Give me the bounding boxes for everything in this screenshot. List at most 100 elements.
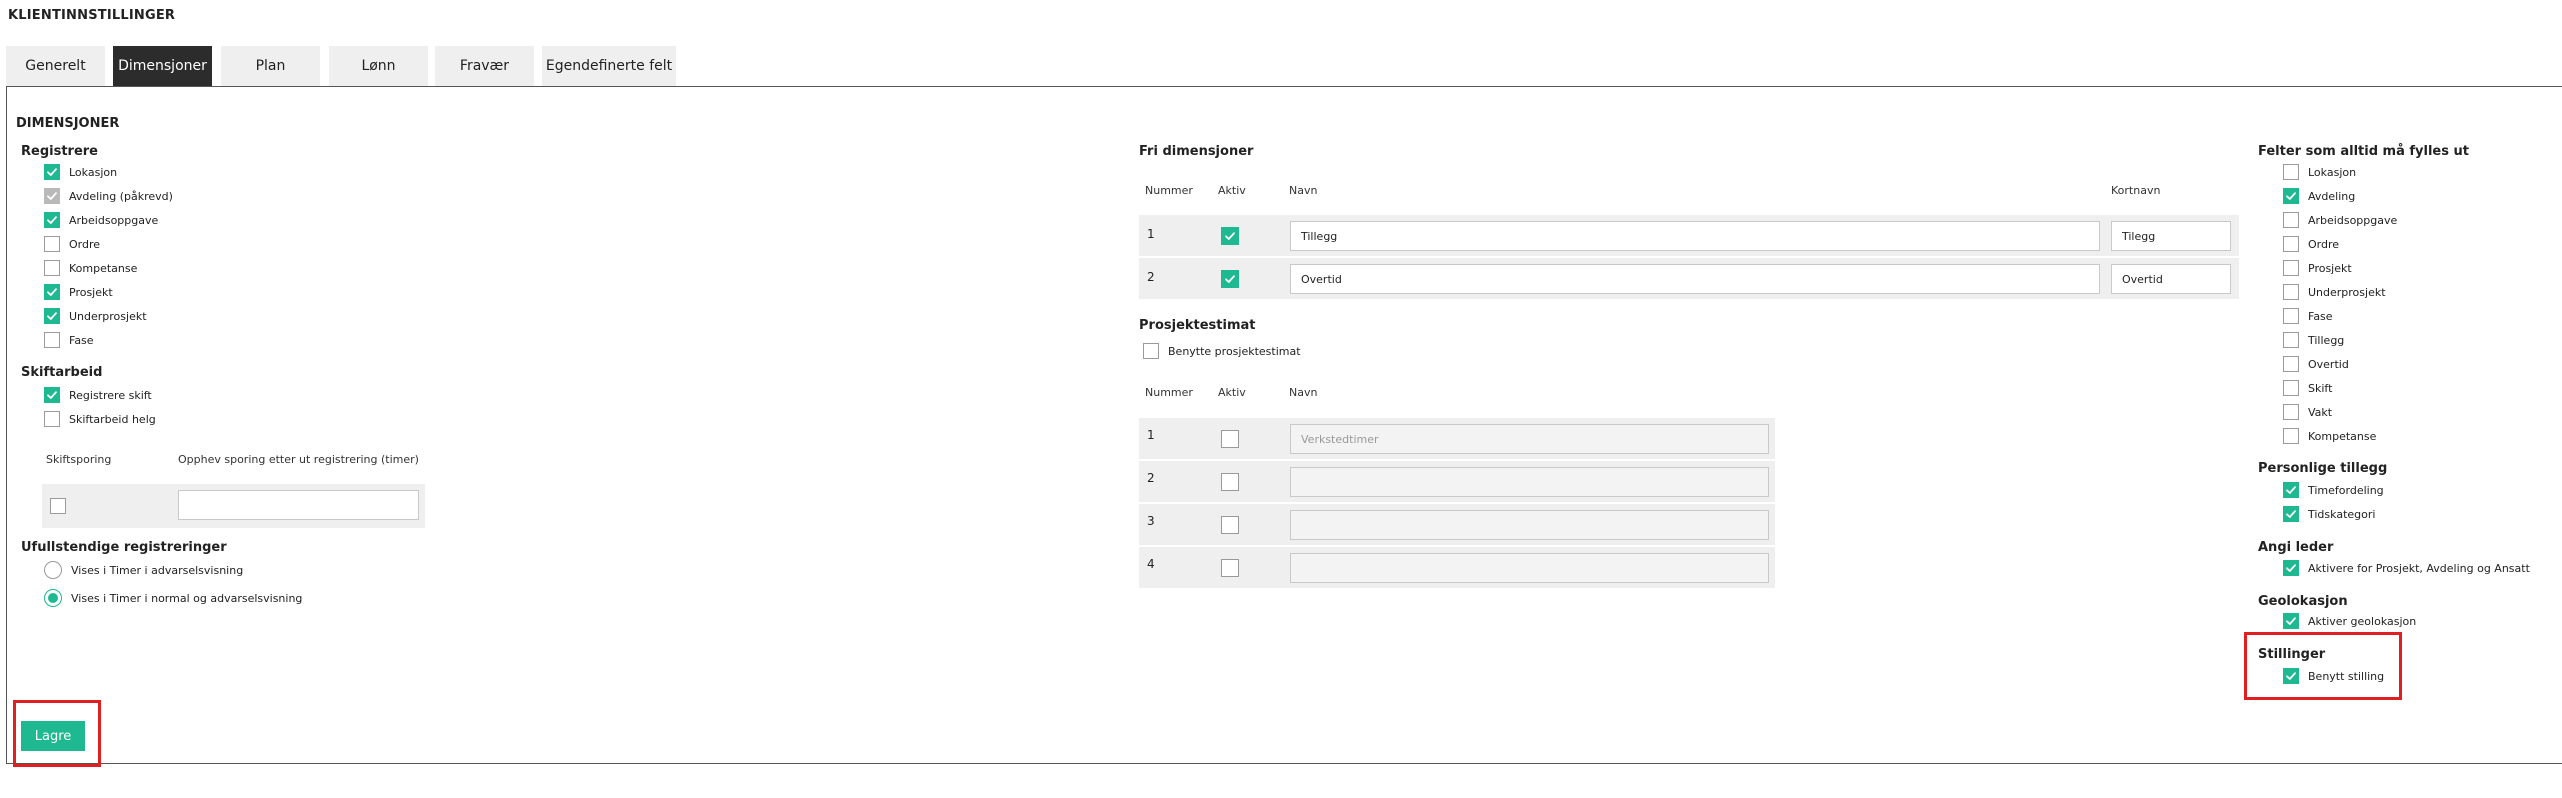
- ufullstendige-option[interactable]: Vises i Timer i normal og advarselsvisni…: [44, 589, 302, 607]
- felter-item[interactable]: Underprosjekt: [2283, 283, 2386, 301]
- felter-item[interactable]: Tillegg: [2283, 331, 2344, 349]
- pe-row-navn-input[interactable]: [1290, 424, 1769, 454]
- skiftarbeid-title: Skiftarbeid: [21, 365, 103, 380]
- registrere-item[interactable]: Prosjekt: [44, 283, 113, 301]
- personlige-tillegg-item[interactable]: Timefordeling: [2283, 481, 2384, 499]
- registrere-item[interactable]: Kompetanse: [44, 259, 137, 277]
- skiftarbeid-item[interactable]: Skiftarbeid helg: [44, 410, 156, 428]
- checkbox[interactable]: [2283, 668, 2299, 684]
- radio-button[interactable]: [44, 589, 62, 607]
- pe-row-navn-input[interactable]: [1290, 510, 1769, 540]
- check-icon: [2286, 192, 2296, 200]
- felter-item-label: Skift: [2308, 381, 2333, 395]
- registrere-item[interactable]: Avdeling (påkrevd): [44, 187, 173, 205]
- checkbox[interactable]: [2283, 308, 2299, 324]
- checkbox[interactable]: [2283, 356, 2299, 372]
- checkbox[interactable]: [1143, 343, 1159, 359]
- fri-row-kortnavn-input[interactable]: [2111, 221, 2231, 251]
- checkbox[interactable]: [2283, 506, 2299, 522]
- tab-plan[interactable]: Plan: [221, 46, 320, 86]
- tab-generelt[interactable]: Generelt: [6, 46, 105, 86]
- checkbox[interactable]: [2283, 164, 2299, 180]
- felter-item[interactable]: Vakt: [2283, 403, 2332, 421]
- check-icon: [47, 312, 57, 320]
- skiftsporing-checkbox[interactable]: [50, 498, 66, 514]
- checkbox[interactable]: [44, 411, 60, 427]
- skiftarbeid-item[interactable]: Registrere skift: [44, 386, 152, 404]
- tab-dimensjoner[interactable]: Dimensjoner: [113, 46, 212, 86]
- ufullstendige-option[interactable]: Vises i Timer i advarselsvisning: [44, 561, 243, 579]
- checkbox[interactable]: [2283, 560, 2299, 576]
- felter-item[interactable]: Avdeling: [2283, 187, 2355, 205]
- stillinger-item[interactable]: Benytt stilling: [2283, 667, 2384, 685]
- fri-row-kortnavn-input[interactable]: [2111, 264, 2231, 294]
- felter-item[interactable]: Overtid: [2283, 355, 2349, 373]
- felter-item[interactable]: Fase: [2283, 307, 2333, 325]
- fri-row-aktiv-checkbox[interactable]: [1221, 227, 1239, 245]
- tab-egendefinerte-felt[interactable]: Egendefinerte felt: [542, 46, 676, 86]
- checkbox[interactable]: [2283, 380, 2299, 396]
- felter-item[interactable]: Kompetanse: [2283, 427, 2376, 445]
- pe-row-nummer: 1: [1147, 428, 1155, 442]
- fri-row-nummer: 1: [1147, 227, 1155, 241]
- registrere-item[interactable]: Ordre: [44, 235, 100, 253]
- checkbox[interactable]: [2283, 482, 2299, 498]
- checkbox[interactable]: [2283, 613, 2299, 629]
- registrere-item[interactable]: Underprosjekt: [44, 307, 147, 325]
- checkbox[interactable]: [2283, 428, 2299, 444]
- registrere-item[interactable]: Fase: [44, 331, 94, 349]
- radio-button[interactable]: [44, 561, 62, 579]
- checkbox[interactable]: [44, 260, 60, 276]
- checkbox[interactable]: [2283, 188, 2299, 204]
- check-icon: [1225, 232, 1235, 240]
- fri-row-aktiv-checkbox[interactable]: [1221, 270, 1239, 288]
- personlige-tillegg-title: Personlige tillegg: [2258, 461, 2388, 476]
- checkbox[interactable]: [2283, 236, 2299, 252]
- checkbox[interactable]: [44, 164, 60, 180]
- registrere-item[interactable]: Lokasjon: [44, 163, 117, 181]
- felter-item[interactable]: Ordre: [2283, 235, 2339, 253]
- fri-row-navn-input[interactable]: [1290, 264, 2100, 294]
- checkbox[interactable]: [44, 308, 60, 324]
- felter-item[interactable]: Prosjekt: [2283, 259, 2352, 277]
- pe-row-aktiv-checkbox[interactable]: [1221, 516, 1239, 534]
- personlige-tillegg-item[interactable]: Tidskategori: [2283, 505, 2375, 523]
- checkbox[interactable]: [2283, 332, 2299, 348]
- tab-lønn[interactable]: Lønn: [329, 46, 428, 86]
- checkbox[interactable]: [44, 212, 60, 228]
- pe-header-nummer: Nummer: [1145, 386, 1193, 399]
- felter-item[interactable]: Lokasjon: [2283, 163, 2356, 181]
- checkbox[interactable]: [2283, 212, 2299, 228]
- check-icon: [47, 216, 57, 224]
- checkbox[interactable]: [44, 236, 60, 252]
- benytte-prosjektestimat[interactable]: Benytte prosjektestimat: [1143, 342, 1301, 360]
- felter-item[interactable]: Arbeidsoppgave: [2283, 211, 2397, 229]
- registrere-item[interactable]: Arbeidsoppgave: [44, 211, 158, 229]
- pe-row-navn-input[interactable]: [1290, 553, 1769, 583]
- pe-header-aktiv: Aktiv: [1218, 386, 1246, 399]
- felter-item-label: Kompetanse: [2308, 429, 2377, 443]
- checkbox[interactable]: [44, 284, 60, 300]
- fri-header-kortnavn: Kortnavn: [2111, 184, 2161, 197]
- felter-item[interactable]: Skift: [2283, 379, 2332, 397]
- check-icon: [2286, 617, 2296, 625]
- tab-fravær[interactable]: Fravær: [435, 46, 534, 86]
- fri-row-navn-input[interactable]: [1290, 221, 2100, 251]
- checkbox[interactable]: [44, 387, 60, 403]
- fri-header-aktiv: Aktiv: [1218, 184, 1246, 197]
- opphev-input[interactable]: [178, 490, 419, 520]
- checkbox[interactable]: [2283, 284, 2299, 300]
- pe-row-aktiv-checkbox[interactable]: [1221, 559, 1239, 577]
- save-button[interactable]: Lagre: [21, 721, 85, 751]
- checkbox[interactable]: [44, 332, 60, 348]
- pe-row-aktiv-checkbox[interactable]: [1221, 430, 1239, 448]
- angi-leder-item[interactable]: Aktivere for Prosjekt, Avdeling og Ansat…: [2283, 559, 2530, 577]
- checkbox[interactable]: [2283, 404, 2299, 420]
- checkbox[interactable]: [2283, 260, 2299, 276]
- check-icon: [1225, 275, 1235, 283]
- prosjektestimat-title: Prosjektestimat: [1139, 318, 1256, 333]
- pe-row-aktiv-checkbox[interactable]: [1221, 473, 1239, 491]
- pe-row-navn-input[interactable]: [1290, 467, 1769, 497]
- geolokasjon-item[interactable]: Aktiver geolokasjon: [2283, 612, 2416, 630]
- benytte-prosjektestimat-label: Benytte prosjektestimat: [1168, 344, 1301, 358]
